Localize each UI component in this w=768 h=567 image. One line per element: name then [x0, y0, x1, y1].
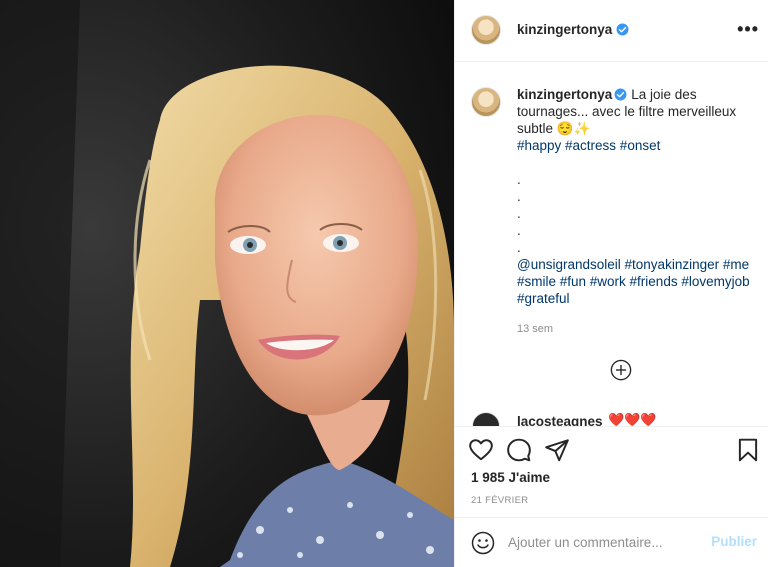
verified-badge-icon [616, 23, 629, 36]
dot-line: . [517, 172, 521, 187]
bookmark-icon[interactable] [735, 437, 761, 463]
more-options-icon[interactable]: ••• [737, 20, 759, 38]
post-caption: kinzingertonya La joie des tournages... a… [517, 86, 757, 307]
caption-dots: . . . . . [517, 171, 757, 256]
dot-line: . [517, 189, 521, 204]
caption-emoji: 😌✨ [556, 121, 591, 136]
share-icon[interactable] [544, 437, 570, 463]
emoji-icon[interactable] [471, 531, 495, 555]
author-avatar[interactable] [471, 15, 501, 45]
portrait-image [0, 0, 454, 567]
comment-input[interactable] [508, 532, 688, 552]
next-comment-row: lacosteagnes ❤️❤️❤️ [472, 408, 762, 426]
dot-line: . [517, 240, 521, 255]
publish-button[interactable]: Publier [711, 534, 757, 549]
caption-tags-2[interactable]: #tonyakinzinger #me [625, 257, 750, 272]
post-date[interactable]: 21 FÉVRIER [471, 495, 528, 506]
header-username-wrap: kinzingertonya [517, 22, 629, 37]
comment-icon[interactable] [506, 437, 532, 463]
post-side-panel: kinzingertonya ••• kinzingertonya La joie… [454, 0, 768, 567]
post-header: kinzingertonya ••• [455, 0, 768, 62]
header-username[interactable]: kinzingertonya [517, 22, 612, 37]
commenter-avatar[interactable] [472, 412, 500, 426]
caption-hashtags[interactable]: #happy #actress #onset [517, 138, 660, 153]
caption-tags-3[interactable]: #smile #fun #work #friends #lovemyjob [517, 274, 750, 289]
post-photo[interactable] [0, 0, 454, 567]
add-comment-bar: Publier [455, 517, 768, 567]
likes-count[interactable]: 1 985 J'aime [471, 470, 550, 485]
caption-username[interactable]: kinzingertonya [517, 87, 612, 102]
caption-avatar[interactable] [471, 87, 501, 117]
commenter-username[interactable]: lacosteagnes [517, 414, 603, 426]
heart-icon[interactable] [468, 437, 494, 463]
action-bar: 1 985 J'aime 21 FÉVRIER Publier [455, 426, 768, 566]
dot-line: . [517, 223, 521, 238]
load-more-comments-icon[interactable] [610, 359, 632, 381]
comment-emoji: ❤️❤️❤️ [608, 412, 657, 426]
verified-badge-icon [614, 88, 627, 101]
caption-mention[interactable]: @unsigrandsoleil [517, 257, 621, 272]
dot-line: . [517, 206, 521, 221]
caption-tags-4[interactable]: #grateful [517, 291, 570, 306]
caption-time[interactable]: 13 sem [517, 323, 553, 335]
